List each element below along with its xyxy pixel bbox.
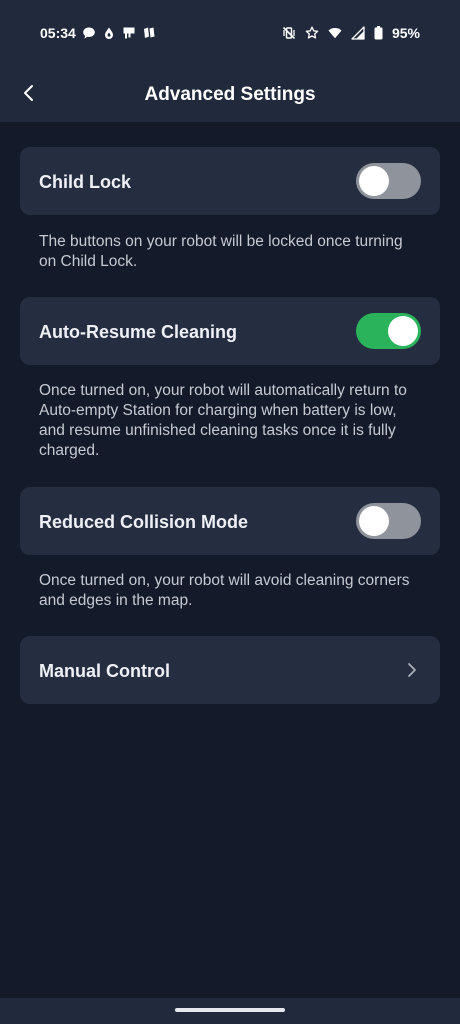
status-left: 05:34 [40, 25, 156, 41]
auto-resume-toggle[interactable] [356, 313, 421, 349]
home-gesture-handle[interactable] [175, 1008, 285, 1012]
notes-icon [142, 26, 156, 40]
chevron-right-icon [408, 663, 416, 677]
setting-description-reduced-collision: Once turned on, your robot will avoid cl… [39, 572, 410, 609]
cell-signal-icon [351, 26, 365, 40]
flag-icon [122, 26, 136, 40]
vibrate-off-icon [282, 26, 296, 40]
chat-bubble-icon [82, 26, 96, 40]
battery-level: 95% [391, 25, 420, 41]
star-icon [305, 26, 319, 40]
toggle-knob [388, 316, 418, 346]
setting-card-reduced-collision: Reduced Collision Mode [20, 487, 440, 555]
manual-control-row[interactable]: Manual Control [20, 636, 440, 704]
setting-description-auto-resume: Once turned on, your robot will automati… [39, 382, 407, 459]
drop-icon [102, 26, 116, 40]
setting-label-auto-resume: Auto-Resume Cleaning [39, 322, 238, 342]
setting-card-auto-resume: Auto-Resume Cleaning [20, 297, 440, 365]
reduced-collision-toggle[interactable] [356, 503, 421, 539]
toggle-knob [359, 166, 389, 196]
page-title: Advanced Settings [144, 84, 316, 105]
navigation-bar [0, 998, 460, 1024]
app-bar: Advanced Settings [0, 62, 460, 122]
toggle-knob [359, 506, 389, 536]
child-lock-toggle[interactable] [356, 163, 421, 199]
status-right: 95% [282, 25, 420, 41]
wifi-icon [328, 26, 342, 40]
setting-card-child-lock: Child Lock [20, 147, 440, 215]
status-bar: 05:34 95% [0, 0, 460, 62]
battery-icon [374, 26, 383, 40]
status-time: 05:34 [40, 25, 76, 41]
setting-label-reduced-collision: Reduced Collision Mode [39, 512, 249, 532]
setting-description-child-lock: The buttons on your robot will be locked… [39, 233, 403, 270]
setting-label-child-lock: Child Lock [39, 172, 132, 192]
manual-control-label: Manual Control [39, 661, 170, 681]
advanced-settings-screen: 05:34 95% Advanced Settings Child Lock T… [0, 0, 460, 1024]
